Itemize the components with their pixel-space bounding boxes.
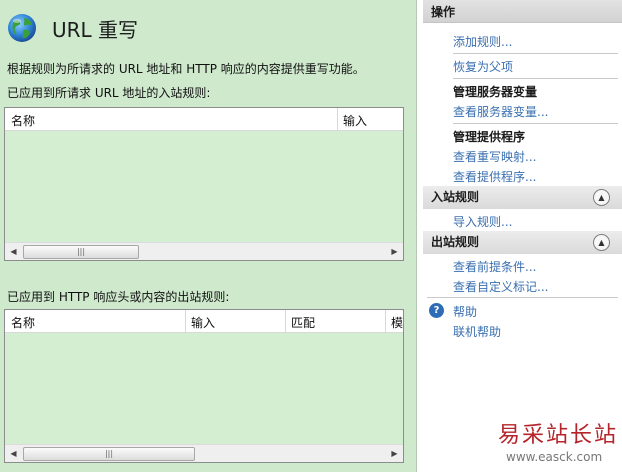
column-divider: [385, 310, 386, 332]
column-header-pattern[interactable]: 模: [391, 314, 403, 331]
help-link[interactable]: 帮助: [453, 303, 477, 320]
actions-pane: 操作 添加规则... 恢复为父项 管理服务器变量 查看服务器变量... 管理提供…: [423, 0, 622, 472]
feature-description: 根据规则为所请求的 URL 地址和 HTTP 响应的内容提供重写功能。: [7, 62, 365, 76]
outbound-rules-label: 已应用到 HTTP 响应头或内容的出站规则:: [7, 290, 230, 304]
view-rewrite-maps-link[interactable]: 查看重写映射...: [453, 148, 536, 165]
manage-server-variables-heading: 管理服务器变量: [453, 85, 538, 99]
outbound-grid-header: 名称 输入 匹配 模: [5, 310, 403, 333]
watermark: 易采站长站 www.easck.com: [494, 415, 622, 472]
column-header-match[interactable]: 匹配: [291, 314, 315, 331]
scroll-thumb[interactable]: |||: [23, 447, 195, 461]
manage-providers-heading: 管理提供程序: [453, 130, 526, 144]
scroll-left-icon[interactable]: ◀: [5, 445, 22, 462]
scroll-right-icon[interactable]: ▶: [386, 445, 403, 462]
column-line: [285, 333, 286, 444]
column-divider: [337, 108, 338, 130]
help-icon[interactable]: ?: [429, 303, 444, 318]
inbound-group-label: 入站规则: [431, 190, 480, 204]
add-rule-link[interactable]: 添加规则...: [453, 33, 512, 50]
view-providers-link[interactable]: 查看提供程序...: [453, 168, 536, 185]
column-line: [337, 131, 338, 242]
revert-to-parent-link[interactable]: 恢复为父项: [453, 58, 513, 75]
column-header-name[interactable]: 名称: [11, 112, 35, 129]
view-server-variables-link[interactable]: 查看服务器变量...: [453, 103, 548, 120]
actions-header: 操作: [423, 0, 622, 23]
view-preconditions-link[interactable]: 查看前提条件...: [453, 258, 536, 275]
inbound-rules-label: 已应用到所请求 URL 地址的入站规则:: [7, 86, 211, 100]
outbound-group-label: 出站规则: [431, 235, 480, 249]
column-divider: [285, 310, 286, 332]
divider: [453, 78, 618, 79]
watermark-text: 易采站长站: [498, 423, 619, 448]
import-rules-link[interactable]: 导入规则...: [453, 213, 512, 230]
globe-icon: [8, 14, 36, 42]
column-header-input[interactable]: 输入: [343, 112, 367, 129]
online-help-link[interactable]: 联机帮助: [453, 323, 501, 340]
outbound-horizontal-scrollbar[interactable]: ◀ ||| ▶: [5, 444, 403, 462]
feature-pane: URL 重写 根据规则为所请求的 URL 地址和 HTTP 响应的内容提供重写功…: [0, 0, 417, 472]
divider: [427, 297, 618, 298]
page-title: URL 重写: [52, 17, 139, 42]
column-header-name[interactable]: 名称: [11, 314, 35, 331]
column-line: [185, 333, 186, 444]
column-line: [385, 333, 386, 444]
outbound-rules-grid[interactable]: 名称 输入 匹配 模 ◀ ||| ▶: [4, 309, 404, 463]
inbound-horizontal-scrollbar[interactable]: ◀ ||| ▶: [5, 242, 403, 260]
watermark-url: www.easck.com: [506, 450, 603, 464]
collapse-icon[interactable]: ▲: [593, 189, 610, 206]
scroll-right-icon[interactable]: ▶: [386, 243, 403, 260]
inbound-grid-header: 名称 输入: [5, 108, 403, 131]
collapse-icon[interactable]: ▲: [593, 234, 610, 251]
feature-header: URL 重写: [6, 10, 138, 46]
column-header-input[interactable]: 输入: [191, 314, 215, 331]
inbound-rules-group[interactable]: 入站规则 ▲: [423, 186, 622, 209]
scroll-left-icon[interactable]: ◀: [5, 243, 22, 260]
inbound-rules-grid[interactable]: 名称 输入 ◀ ||| ▶: [4, 107, 404, 261]
outbound-rules-group[interactable]: 出站规则 ▲: [423, 231, 622, 254]
divider: [453, 53, 618, 54]
scroll-thumb[interactable]: |||: [23, 245, 139, 259]
divider: [453, 123, 618, 124]
column-divider: [185, 310, 186, 332]
view-custom-tags-link[interactable]: 查看自定义标记...: [453, 278, 548, 295]
